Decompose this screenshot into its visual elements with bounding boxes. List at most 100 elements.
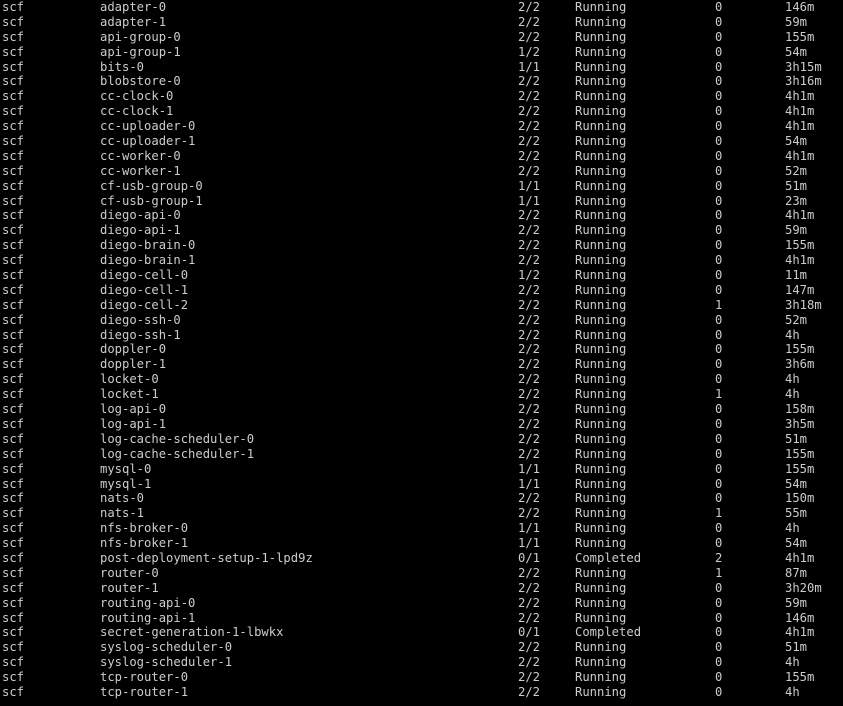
table-row: scf cc-clock-0 2/2 Running 0 4h1m [0,89,843,104]
pod-restarts: 2 [715,550,723,565]
table-row: scf tcp-router-0 2/2 Running 0 155m [0,670,843,685]
pod-name: cf-usb-group-1 [100,193,203,208]
pod-namespace: scf [2,446,25,461]
pod-age: 155m [785,29,815,44]
pod-status: Running [575,59,627,74]
pod-namespace: scf [2,372,25,387]
pod-restarts: 0 [715,446,723,461]
pod-ready: 1/2 [518,44,541,59]
pod-status: Completed [575,625,642,640]
pod-status: Running [575,134,627,149]
pod-status: Running [575,655,627,670]
pod-status: Running [575,387,627,402]
pod-restarts: 1 [715,297,723,312]
pod-name: cc-clock-1 [100,104,174,119]
table-row: scf mysql-0 1/1 Running 0 155m [0,462,843,477]
pod-ready: 0/1 [518,550,541,565]
pod-namespace: scf [2,640,25,655]
pod-age: 52m [785,163,808,178]
pod-namespace: scf [2,387,25,402]
pod-restarts: 0 [715,655,723,670]
table-row: scf router-1 2/2 Running 0 3h20m [0,581,843,596]
pod-status: Running [575,521,627,536]
pod-name: cc-worker-1 [100,163,181,178]
pod-age: 52m [785,312,808,327]
table-row: scf log-cache-scheduler-0 2/2 Running 0 51m [0,432,843,447]
table-row: scf secret-generation-1-lbwkx 0/1 Completed… [0,625,843,640]
pod-age: 4h1m [785,550,815,565]
pod-age: 3h6m [785,357,815,372]
pod-age: 146m [785,610,815,625]
pod-namespace: scf [2,119,25,134]
pod-status: Running [575,357,627,372]
terminal-output[interactable]: scf adapter-0 2/2 Running 0 146m scf adapter-1 2… [0,0,843,706]
pod-restarts: 0 [715,208,723,223]
pod-status: Running [575,402,627,417]
pod-ready: 2/2 [518,610,541,625]
pod-status: Running [575,670,627,685]
pod-status: Running [575,565,627,580]
pod-restarts: 0 [715,29,723,44]
pod-restarts: 0 [715,521,723,536]
pod-restarts: 0 [715,178,723,193]
pod-name: diego-cell-2 [100,297,189,312]
table-row: scf locket-0 2/2 Running 0 4h [0,372,843,387]
pod-ready: 2/2 [518,431,541,446]
pod-ready: 2/2 [518,119,541,134]
table-row: scf cc-uploader-0 2/2 Running 0 4h1m [0,119,843,134]
table-row: scf blobstore-0 2/2 Running 0 3h16m [0,74,843,89]
pod-name: nats-0 [100,491,145,506]
pod-age: 3h16m [785,74,822,89]
pod-age: 54m [785,536,808,551]
pod-status: Running [575,491,627,506]
pod-restarts: 0 [715,402,723,417]
pod-namespace: scf [2,238,25,253]
pod-list-table: scf adapter-0 2/2 Running 0 146m scf adapter-1 2… [0,0,843,700]
pod-name: locket-1 [100,387,159,402]
pod-age: 4h1m [785,253,815,268]
pod-ready: 1/1 [518,461,541,476]
pod-status: Running [575,193,627,208]
pod-namespace: scf [2,104,25,119]
pod-namespace: scf [2,89,25,104]
pod-status: Running [575,223,627,238]
pod-restarts: 0 [715,595,723,610]
pod-namespace: scf [2,536,25,551]
table-row: scf diego-ssh-1 2/2 Running 0 4h [0,328,843,343]
pod-ready: 2/2 [518,387,541,402]
pod-ready: 1/1 [518,476,541,491]
pod-restarts: 0 [715,268,723,283]
pod-ready: 2/2 [518,253,541,268]
pod-namespace: scf [2,14,25,29]
pod-ready: 0/1 [518,625,541,640]
pod-status: Running [575,327,627,342]
pod-status: Running [575,431,627,446]
pod-ready: 2/2 [518,357,541,372]
pod-age: 54m [785,476,808,491]
pod-age: 147m [785,282,815,297]
pod-ready: 2/2 [518,446,541,461]
pod-age: 4h1m [785,625,815,640]
table-row: scf nfs-broker-0 1/1 Running 0 4h [0,521,843,536]
table-row: scf post-deployment-setup-1-lpd9z 0/1 Compl… [0,551,843,566]
pod-name: tcp-router-1 [100,684,189,699]
pod-restarts: 0 [715,282,723,297]
pod-ready: 1/1 [518,59,541,74]
pod-namespace: scf [2,282,25,297]
pod-restarts: 0 [715,416,723,431]
table-row: scf mysql-1 1/1 Running 0 54m [0,477,843,492]
pod-status: Running [575,640,627,655]
pod-age: 3h20m [785,580,822,595]
pod-namespace: scf [2,580,25,595]
pod-status: Running [575,163,627,178]
pod-age: 155m [785,446,815,461]
pod-ready: 2/2 [518,655,541,670]
pod-restarts: 0 [715,59,723,74]
pod-namespace: scf [2,134,25,149]
pod-name: diego-ssh-0 [100,312,181,327]
pod-ready: 2/2 [518,372,541,387]
pod-status: Running [575,297,627,312]
pod-restarts: 0 [715,491,723,506]
table-row: scf bits-0 1/1 Running 0 3h15m [0,60,843,75]
pod-name: nats-1 [100,506,145,521]
